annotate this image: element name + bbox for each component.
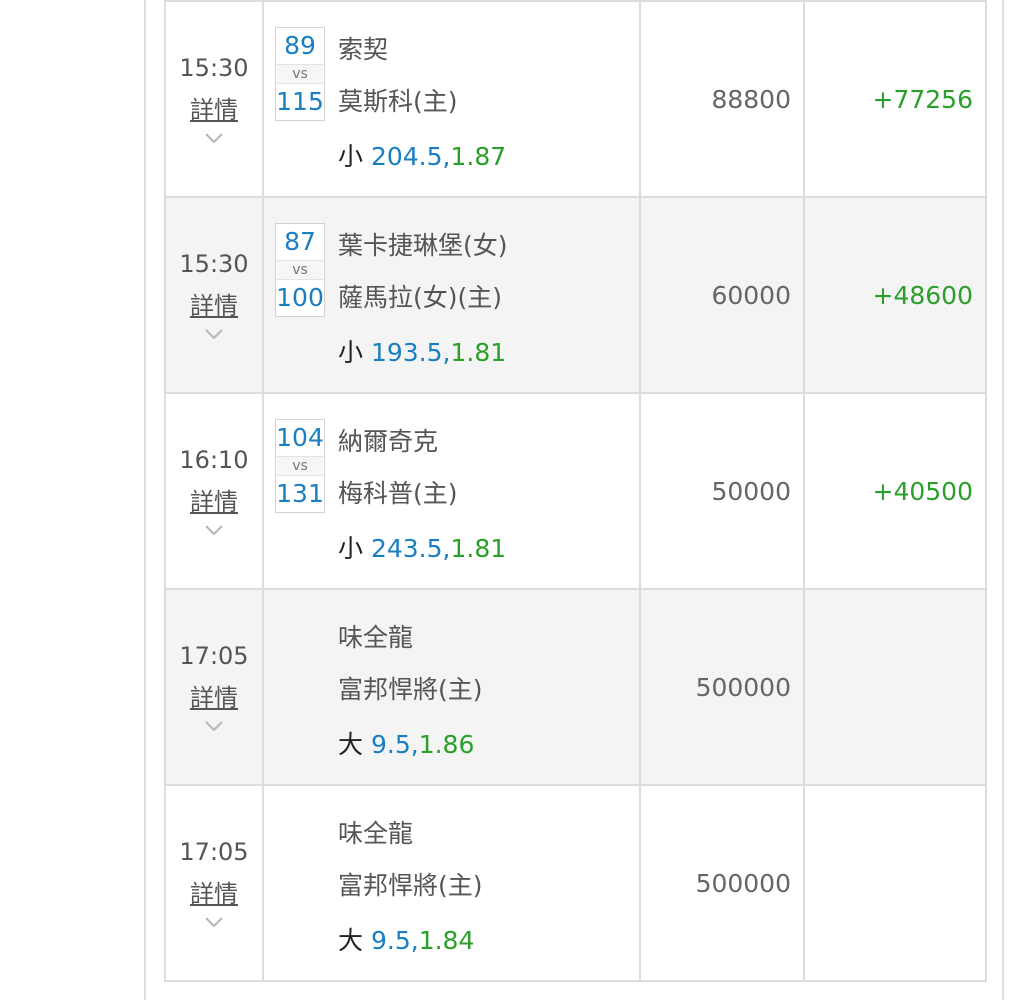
pick-odds: 1.86 [418,730,475,759]
away-score: 115 [276,87,324,116]
match-cell: 87 vs 100 葉卡捷琳堡(女) 薩馬拉(女)(主) 小 193.5,1.8… [262,196,641,394]
time-cell: 15:30 詳情 [164,0,264,198]
team-name-second: 薩馬拉(女)(主) [338,283,503,312]
chevron-down-icon[interactable] [204,523,224,537]
match-time: 17:05 [179,642,249,670]
team-name-first: 味全龍 [338,819,414,848]
pick-side: 小 [338,338,364,367]
pick-odds: 1.87 [450,142,507,171]
detail-link[interactable]: 詳情 [190,95,238,125]
pick-odds: 1.84 [418,926,475,955]
match-cell: 104 vs 131 納爾奇克 梅科普(主) 小 243.5,1.81 [262,392,641,590]
stake-amount: 60000 [639,196,805,394]
pick-line: 243.5, [370,534,451,563]
table-row: 17:05 詳情 味全龍 富邦悍將(主) 大 9.5,1.86 500000 [164,588,987,786]
result-amount [803,784,987,982]
table-row: 16:10 詳情 104 vs 131 納爾奇克 梅科普(主) 小 243.5,… [164,392,987,590]
home-score: 87 [284,227,316,256]
vs-label: vs [277,456,323,476]
bet-pick: 大 9.5,1.84 [338,925,474,957]
pick-odds: 1.81 [450,534,507,563]
pick-line: 9.5, [370,926,419,955]
result-amount: +48600 [803,196,987,394]
bet-pick: 小 193.5,1.81 [338,337,506,369]
detail-link[interactable]: 詳情 [190,683,238,713]
result-amount: +77256 [803,0,987,198]
pick-line: 9.5, [370,730,419,759]
team-name-second: 富邦悍將(主) [338,675,483,704]
chevron-down-icon[interactable] [204,327,224,341]
team-name-second: 富邦悍將(主) [338,871,483,900]
match-time: 15:30 [179,54,249,82]
score-box: 89 vs 115 [275,27,325,121]
match-cell: 89 vs 115 索契 莫斯科(主) 小 204.5,1.87 [262,0,641,198]
pick-side: 小 [338,142,364,171]
team-name-first: 味全龍 [338,623,414,652]
chevron-down-icon[interactable] [204,915,224,929]
match-cell: 味全龍 富邦悍將(主) 大 9.5,1.84 [262,784,641,982]
chevron-down-icon[interactable] [204,719,224,733]
team-name-first: 納爾奇克 [338,427,439,456]
vs-label: vs [277,64,323,84]
home-score: 89 [284,31,316,60]
time-cell: 17:05 詳情 [164,588,264,786]
team-name-second: 莫斯科(主) [338,87,458,116]
table-row: 15:30 詳情 89 vs 115 索契 莫斯科(主) 小 204.5,1.8… [164,0,987,198]
bet-pick: 小 204.5,1.87 [338,141,506,173]
pick-line: 204.5, [370,142,451,171]
team-name-first: 索契 [338,35,389,64]
match-time: 15:30 [179,250,249,278]
home-score: 104 [276,423,324,452]
pick-side: 大 [338,926,364,955]
stake-amount: 50000 [639,392,805,590]
pick-side: 小 [338,534,364,563]
team-name-first: 葉卡捷琳堡(女) [338,231,508,260]
bets-table: 15:30 詳情 89 vs 115 索契 莫斯科(主) 小 204.5,1.8… [164,0,987,982]
score-box: 104 vs 131 [275,419,325,513]
time-cell: 17:05 詳情 [164,784,264,982]
match-time: 16:10 [179,446,249,474]
detail-link[interactable]: 詳情 [190,487,238,517]
bet-pick: 大 9.5,1.86 [338,729,474,761]
match-cell: 味全龍 富邦悍將(主) 大 9.5,1.86 [262,588,641,786]
bet-pick: 小 243.5,1.81 [338,533,506,565]
table-row: 17:05 詳情 味全龍 富邦悍將(主) 大 9.5,1.84 500000 [164,784,987,982]
detail-link[interactable]: 詳情 [190,291,238,321]
match-time: 17:05 [179,838,249,866]
time-cell: 16:10 詳情 [164,392,264,590]
time-cell: 15:30 詳情 [164,196,264,394]
away-score: 100 [276,283,324,312]
pick-odds: 1.81 [450,338,507,367]
vs-label: vs [277,260,323,280]
result-amount: +40500 [803,392,987,590]
score-box: 87 vs 100 [275,223,325,317]
chevron-down-icon[interactable] [204,131,224,145]
away-score: 131 [276,479,324,508]
pick-side: 大 [338,730,364,759]
stake-amount: 500000 [639,588,805,786]
result-amount [803,588,987,786]
table-row: 15:30 詳情 87 vs 100 葉卡捷琳堡(女) 薩馬拉(女)(主) 小 … [164,196,987,394]
pick-line: 193.5, [370,338,451,367]
stake-amount: 88800 [639,0,805,198]
team-name-second: 梅科普(主) [338,479,458,508]
stake-amount: 500000 [639,784,805,982]
detail-link[interactable]: 詳情 [190,879,238,909]
